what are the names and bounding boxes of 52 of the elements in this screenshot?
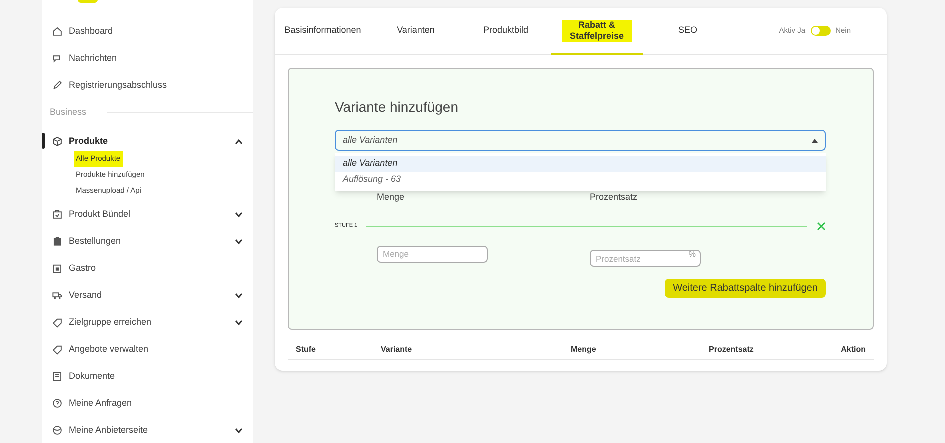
dropdown-option[interactable]: alle Varianten (335, 156, 826, 172)
section-label: Business (50, 106, 87, 119)
tab[interactable]: Basisinformationen (275, 8, 371, 55)
nav-link[interactable]: Meine Anbieterseite (69, 424, 148, 438)
form-title: Variante hinzufügen (335, 98, 460, 117)
document-icon (52, 371, 63, 382)
toggle-switch[interactable] (810, 26, 831, 36)
nav-link[interactable]: Versand (69, 288, 102, 302)
column-header: Variante (381, 344, 414, 356)
bag-icon (52, 209, 63, 220)
nav-link[interactable]: Nachrichten (69, 52, 118, 66)
tab[interactable]: Rabatt & Staffelpreise (551, 8, 643, 55)
nav-link[interactable]: Produkt Bündel (69, 208, 131, 222)
chevron-down-icon[interactable] (235, 238, 243, 244)
nav-link[interactable]: Dokumente (69, 370, 116, 384)
tag-icon (52, 344, 63, 355)
chat-icon (52, 53, 63, 64)
truck-icon (52, 290, 63, 301)
box-icon (52, 136, 63, 147)
column-header: Aktion (840, 344, 867, 356)
nav-link[interactable]: Meine Anfragen (69, 396, 132, 410)
quantity-input[interactable]: Menge (377, 246, 488, 262)
nav-link[interactable]: Dashboard (69, 24, 114, 38)
column-header: Stufe (295, 344, 317, 356)
chevron-down-icon[interactable] (235, 320, 243, 326)
variant-select[interactable]: alle Varianten (335, 130, 826, 151)
chevron-up-icon[interactable] (235, 138, 243, 144)
percent-suffix: % (688, 248, 696, 260)
nav-link[interactable]: Bestellungen (69, 234, 122, 248)
add-tier-button[interactable]: Weitere Rabattspalte hinzufügen (665, 278, 826, 298)
home-icon (52, 26, 63, 37)
tab[interactable]: SEO (643, 8, 733, 55)
dropdown-option[interactable]: Auflösung - 63 (335, 172, 826, 188)
tab[interactable]: Varianten (371, 8, 461, 55)
nav-link[interactable]: Zielgruppe erreichen (69, 316, 152, 330)
question-icon (52, 398, 63, 409)
globe-icon (52, 425, 63, 436)
logo-fragment (78, 0, 98, 3)
tag-icon (52, 317, 63, 328)
nav-link[interactable]: Produkte (69, 134, 108, 148)
nav-link[interactable]: Registrierungsabschluss (69, 78, 168, 92)
column-label: Menge (377, 191, 406, 204)
nav-link[interactable]: Gastro (69, 262, 96, 276)
pencil-icon (52, 80, 63, 91)
nav-link[interactable]: Angebote verwalten (69, 342, 149, 356)
chevron-down-icon[interactable] (235, 428, 243, 434)
column-header: Menge (571, 344, 598, 356)
chevron-down-icon[interactable] (235, 212, 243, 218)
chevron-down-icon[interactable] (235, 292, 243, 298)
column-header: Prozentsatz (709, 344, 755, 356)
column-label: Prozentsatz (590, 191, 638, 204)
tab[interactable]: Produktbild (461, 8, 551, 55)
